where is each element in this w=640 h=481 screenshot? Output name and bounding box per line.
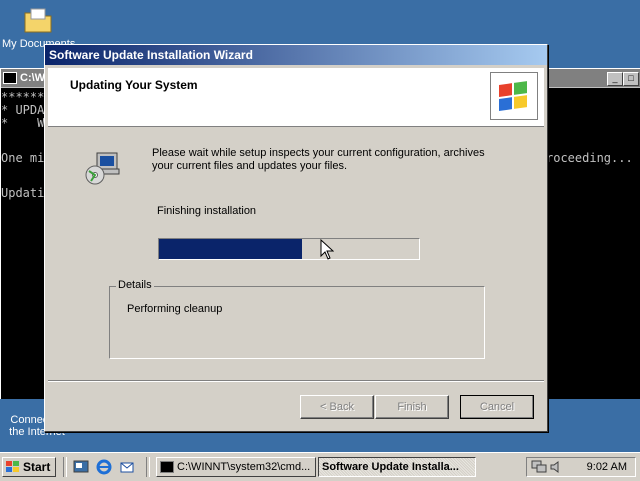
show-desktop-icon[interactable] (73, 459, 89, 475)
quicklaunch-separator (146, 457, 150, 477)
console-line: One mi (1, 151, 45, 165)
taskbar-button-wizard[interactable]: Software Update Installa... (318, 457, 476, 477)
header-title: Updating Your System (70, 78, 198, 92)
quicklaunch-separator (63, 457, 67, 477)
folder-icon (24, 8, 52, 33)
outlook-express-icon[interactable] (119, 459, 135, 475)
details-text: Performing cleanup (127, 303, 223, 315)
update-wizard-dialog[interactable]: Software Update Installation Wizard Upda… (44, 44, 548, 432)
mouse-cursor-icon (320, 239, 334, 260)
system-tray: 9:02 AM (526, 457, 636, 477)
taskbar-button-cmd[interactable]: C:\WINNT\system32\cmd... (156, 457, 316, 477)
internet-explorer-icon[interactable] (96, 459, 112, 475)
finish-button[interactable]: Finish (375, 395, 449, 419)
cmd-icon (160, 461, 174, 473)
wizard-header: Updating Your System (48, 68, 544, 127)
computer-disc-icon (85, 151, 121, 190)
install-progress-bar (158, 238, 420, 260)
start-button[interactable]: Start (2, 457, 56, 477)
console-line: Updati (1, 186, 45, 200)
maximize-button[interactable]: □ (623, 72, 639, 86)
details-groupbox: Details Performing cleanup (109, 279, 485, 359)
start-label: Start (23, 460, 51, 474)
clock[interactable]: 9:02 AM (587, 461, 627, 473)
cmd-icon (3, 72, 17, 84)
windows-logo-icon (490, 72, 538, 120)
back-button[interactable]: < Back (300, 395, 374, 419)
network-icon[interactable] (531, 460, 547, 474)
speaker-icon[interactable] (549, 460, 563, 474)
wizard-titlebar[interactable]: Software Update Installation Wizard (45, 45, 547, 65)
wizard-title: Software Update Installation Wizard (49, 48, 253, 62)
taskbar-button-label: Software Update Installa... (322, 461, 459, 473)
desktop-icon-my-documents[interactable]: My Documents (2, 2, 82, 50)
cancel-button[interactable]: Cancel (460, 395, 534, 419)
progress-fill (159, 239, 302, 259)
details-label: Details (116, 279, 154, 291)
windows-logo-icon (6, 461, 19, 472)
install-status: Finishing installation (157, 205, 257, 217)
taskbar-button-label: C:\WINNT\system32\cmd... (177, 461, 311, 473)
wizard-description: Please wait while setup inspects your cu… (152, 147, 485, 172)
console-line: roceeding... (546, 151, 633, 165)
taskbar: Start C:\WINNT\system32\cmd... Software … (0, 452, 640, 481)
button-separator (48, 380, 544, 382)
minimize-button[interactable]: _ (607, 72, 623, 86)
